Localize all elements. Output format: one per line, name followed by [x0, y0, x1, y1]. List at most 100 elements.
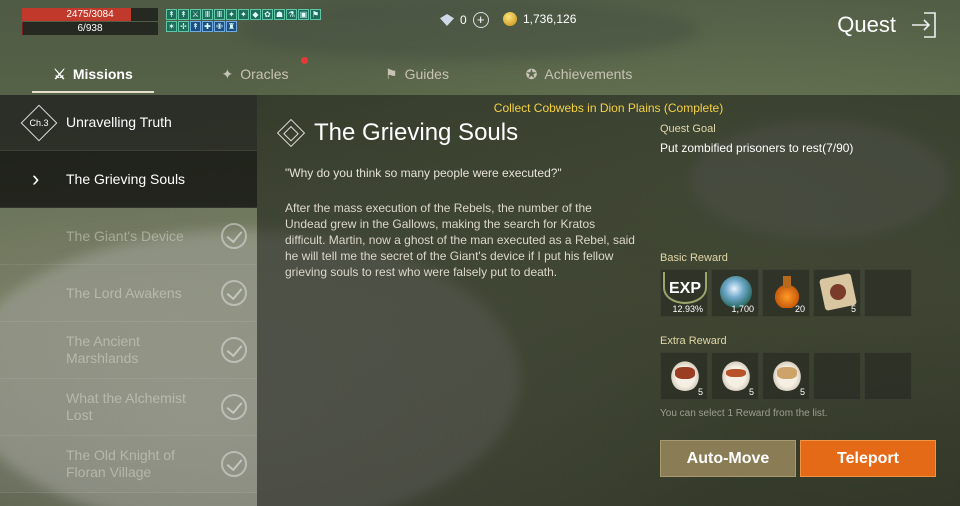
auto-move-button[interactable]: Auto-Move — [660, 440, 796, 477]
quest-item-completed[interactable]: The Giant's Device — [0, 208, 257, 265]
reward-qty: 12.93% — [672, 304, 703, 314]
tab-oracles[interactable]: ✦ Oracles — [174, 55, 336, 93]
buff-icon[interactable]: ↟ — [178, 9, 189, 20]
checkmark-icon — [221, 223, 247, 249]
quest-quote: "Why do you think so many people were ex… — [285, 166, 562, 180]
chevron-right-icon: › — [32, 166, 40, 191]
gem-icon — [440, 14, 454, 26]
gem-currency: 0 + — [440, 12, 489, 28]
reward-qty: 5 — [748, 387, 754, 397]
steak-dish-icon — [669, 359, 701, 391]
reward-slot[interactable]: 20 — [762, 269, 810, 317]
quest-tabs: ⚔ Missions ✦ Oracles ⚑ Guides ✪ Achievem… — [0, 55, 960, 93]
gold-amount: 1,736,126 — [523, 12, 577, 26]
buff-icon[interactable]: ✦ — [226, 9, 237, 20]
tab-label: Achievements — [544, 66, 633, 82]
notification-dot — [301, 57, 308, 64]
reward-slot-empty — [864, 269, 912, 317]
add-gems-button[interactable]: + — [472, 12, 489, 28]
reward-qty: 20 — [794, 304, 805, 314]
quest-notice: Collect Cobwebs in Dion Plains (Complete… — [493, 101, 724, 115]
quest-goal-label: Quest Goal — [660, 123, 716, 135]
buff-icon[interactable]: ✢ — [178, 21, 189, 32]
buff-icon[interactable]: ↟ — [166, 9, 177, 20]
exit-icon[interactable] — [910, 10, 938, 40]
buff-icon[interactable]: ⚔ — [190, 9, 201, 20]
star-compass-icon: ✦ — [221, 65, 234, 82]
mp-text: 6/938 — [77, 23, 103, 34]
reward-slot[interactable]: 5 — [660, 352, 708, 400]
quest-item-completed[interactable]: The Old Knight of Floran Village — [0, 436, 257, 493]
buff-icon[interactable]: ▣ — [298, 9, 309, 20]
quest-item-label: The Grieving Souls — [66, 170, 186, 187]
basic-reward-label: Basic Reward — [660, 252, 728, 264]
buff-icon[interactable]: ↟ — [190, 21, 201, 32]
quest-emblem-icon — [276, 118, 306, 148]
sword-icon: ⚔ — [53, 65, 66, 82]
chapter-header[interactable]: Ch.3 Unravelling Truth — [0, 95, 257, 151]
reward-qty: 1,700 — [731, 304, 754, 314]
reward-slot[interactable]: 1,700 — [711, 269, 759, 317]
medal-icon: ✪ — [525, 65, 538, 82]
hp-bar: 2475/3084 — [22, 8, 158, 21]
buff-icon[interactable]: ✚ — [202, 21, 213, 32]
tab-label: Guides — [404, 66, 449, 82]
buff-icon[interactable]: ✶ — [166, 21, 177, 32]
reward-slot[interactable]: 5 — [711, 352, 759, 400]
quest-item-completed[interactable]: The Lord Awakens — [0, 265, 257, 322]
reward-slot[interactable]: 5 — [813, 269, 861, 317]
buff-bar[interactable]: ↟ ↟ ⚔ Ⅲ Ⅲ ✦ ✦ ◆ ✿ ☗ ⚗ ▣ ⚑ ✶ ✢ ↟ ✚ ✙ ♜ — [166, 9, 326, 32]
buff-icon[interactable]: Ⅲ — [202, 9, 213, 20]
tab-missions[interactable]: ⚔ Missions — [12, 55, 174, 93]
checkmark-icon — [221, 394, 247, 420]
gold-currency: 1,736,126 — [503, 12, 576, 26]
chapter-label: Unravelling Truth — [66, 114, 172, 130]
quest-goal-text: Put zombified prisoners to rest(7/90) — [660, 141, 854, 155]
page-title: Quest — [837, 12, 896, 37]
buff-icon[interactable]: ♜ — [226, 21, 237, 32]
checkmark-icon — [221, 451, 247, 477]
buff-icon[interactable]: ◆ — [250, 9, 261, 20]
player-status: 2475/3084 6/938 — [22, 8, 158, 36]
reward-qty: 5 — [799, 387, 805, 397]
reward-qty: 5 — [697, 387, 703, 397]
gem-amount: 0 — [460, 13, 467, 27]
extra-reward-slots: 5 5 5 — [660, 352, 912, 400]
tab-guides[interactable]: ⚑ Guides — [336, 55, 498, 93]
chapter-badge: Ch.3 — [29, 117, 49, 128]
flag-icon: ⚑ — [385, 65, 398, 82]
teleport-button[interactable]: Teleport — [800, 440, 936, 477]
basic-reward-slots: EXP 12.93% 1,700 20 5 — [660, 269, 912, 317]
quest-title: The Grieving Souls — [314, 119, 519, 146]
skewer-dish-icon — [720, 359, 752, 391]
tab-achievements[interactable]: ✪ Achievements — [498, 55, 660, 93]
gold-coin-icon — [503, 12, 517, 26]
quest-item-completed[interactable]: What the Alchemist Lost — [0, 379, 257, 436]
reward-slot[interactable]: 5 — [762, 352, 810, 400]
tab-label: Oracles — [240, 66, 289, 82]
stew-dish-icon — [771, 359, 803, 391]
quest-list: Ch.3 Unravelling Truth › The Grieving So… — [0, 95, 257, 506]
quest-item-label: The Ancient Marshlands — [66, 333, 140, 366]
reward-select-note: You can select 1 Reward from the list. — [660, 408, 828, 419]
quest-detail-panel: Collect Cobwebs in Dion Plains (Complete… — [257, 95, 960, 506]
buff-icon[interactable]: ⚑ — [310, 9, 321, 20]
buff-icon[interactable]: ⚗ — [286, 9, 297, 20]
buff-icon[interactable]: Ⅲ — [214, 9, 225, 20]
quest-item-completed[interactable]: The Ancient Marshlands — [0, 322, 257, 379]
reward-slot[interactable]: EXP 12.93% — [660, 269, 708, 317]
quest-item-current[interactable]: › The Grieving Souls — [0, 151, 257, 208]
buff-icon[interactable]: ☗ — [274, 9, 285, 20]
reward-qty: 5 — [850, 304, 856, 314]
reward-slot-empty — [864, 352, 912, 400]
quest-item-label: The Lord Awakens — [66, 284, 182, 301]
buff-icon[interactable]: ✙ — [214, 21, 225, 32]
quest-item-label: What the Alchemist Lost — [66, 390, 186, 423]
buff-icon[interactable]: ✦ — [238, 9, 249, 20]
extra-reward-label: Extra Reward — [660, 335, 727, 347]
quest-item-label: The Giant's Device — [66, 227, 184, 244]
hp-text: 2475/3084 — [66, 9, 114, 20]
buff-icon[interactable]: ✿ — [262, 9, 273, 20]
mp-bar: 6/938 — [22, 22, 158, 35]
checkmark-icon — [221, 337, 247, 363]
